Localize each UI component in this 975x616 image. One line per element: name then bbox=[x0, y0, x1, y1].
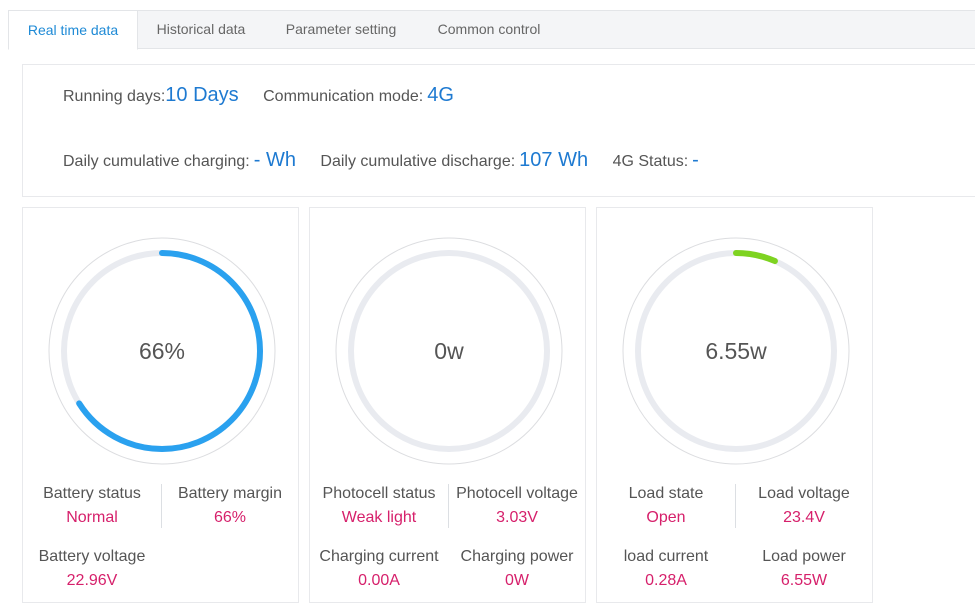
status-4g-value: - bbox=[692, 149, 699, 171]
battery-margin-value: 66% bbox=[213, 509, 247, 526]
running-days: Running days:10 Days bbox=[63, 84, 239, 107]
tab-real-time-data[interactable]: Real time data bbox=[8, 10, 138, 50]
charging-current: Charging current 0.00A bbox=[310, 547, 448, 591]
communication-mode-label: Communication mode: bbox=[263, 88, 424, 105]
charging-current-label: Charging current bbox=[319, 548, 439, 565]
daily-charging: Daily cumulative charging: - Wh bbox=[63, 149, 296, 172]
battery-status: Battery status Normal bbox=[23, 484, 161, 528]
tab-common-control[interactable]: Common control bbox=[424, 10, 554, 49]
photocell-status-label: Photocell status bbox=[322, 485, 436, 502]
load-current-value: 0.28A bbox=[645, 572, 687, 589]
tab-parameter-setting[interactable]: Parameter setting bbox=[271, 10, 411, 49]
load-current-label: load current bbox=[623, 548, 709, 565]
photocell-gauge: 0w bbox=[334, 236, 564, 466]
daily-discharge: Daily cumulative discharge: 107 Wh bbox=[320, 149, 588, 172]
photocell-card: 0w Photocell status Weak light Photocell… bbox=[309, 207, 586, 603]
photocell-voltage-value: 3.03V bbox=[496, 509, 538, 526]
daily-charging-value: - Wh bbox=[253, 149, 296, 171]
tab-bar: Real time data Historical data Parameter… bbox=[8, 10, 975, 50]
daily-charging-label: Daily cumulative charging: bbox=[63, 153, 250, 170]
load-state-value: Open bbox=[646, 509, 686, 526]
gauge-value: 0w bbox=[434, 338, 464, 364]
daily-discharge-value: 107 Wh bbox=[519, 149, 589, 171]
photocell-voltage-label: Photocell voltage bbox=[456, 485, 578, 502]
battery-gauge: 66% bbox=[47, 236, 277, 466]
load-state-label: Load state bbox=[628, 485, 704, 502]
load-power-value: 6.55W bbox=[780, 572, 828, 589]
communication-mode: Communication mode: 4G bbox=[263, 84, 454, 107]
charging-power-label: Charging power bbox=[460, 548, 574, 565]
photocell-status: Photocell status Weak light bbox=[310, 484, 448, 528]
communication-mode-value: 4G bbox=[427, 84, 454, 106]
load-state: Load state Open bbox=[597, 484, 735, 528]
load-power: Load power 6.55W bbox=[735, 547, 873, 591]
running-days-label: Running days: bbox=[63, 88, 166, 105]
summary-panel: Running days:10 Days Communication mode:… bbox=[22, 64, 975, 197]
battery-card: 66% Battery status Normal Battery margin… bbox=[22, 207, 299, 603]
charging-power-value: 0W bbox=[505, 572, 529, 589]
summary-row-2: Daily cumulative charging: - Wh Daily cum… bbox=[63, 149, 719, 172]
daily-discharge-label: Daily cumulative discharge: bbox=[320, 153, 516, 170]
battery-voltage: Battery voltage 22.96V bbox=[23, 547, 161, 591]
photocell-voltage: Photocell voltage 3.03V bbox=[448, 484, 586, 528]
battery-voltage-value: 22.96V bbox=[66, 572, 118, 589]
load-gauge: 6.55w bbox=[621, 236, 851, 466]
battery-status-label: Battery status bbox=[43, 485, 141, 502]
gauge-value: 66% bbox=[138, 338, 186, 364]
battery-status-value: Normal bbox=[66, 509, 118, 526]
running-days-value: 10 Days bbox=[165, 84, 239, 106]
charging-power: Charging power 0W bbox=[448, 547, 586, 591]
gauge-value: 6.55w bbox=[705, 338, 767, 364]
status-4g-label: 4G Status: bbox=[612, 153, 689, 170]
load-power-label: Load power bbox=[762, 548, 846, 565]
load-voltage-label: Load voltage bbox=[758, 485, 850, 502]
summary-row-1: Running days:10 Days Communication mode:… bbox=[63, 84, 474, 107]
status-4g: 4G Status: - bbox=[613, 149, 699, 172]
battery-margin-label: Battery margin bbox=[177, 485, 283, 502]
charging-current-value: 0.00A bbox=[358, 572, 400, 589]
load-voltage: Load voltage 23.4V bbox=[735, 484, 873, 528]
photocell-status-value: Weak light bbox=[341, 509, 417, 526]
battery-margin: Battery margin 66% bbox=[161, 484, 299, 528]
tab-historical-data[interactable]: Historical data bbox=[145, 10, 257, 49]
battery-voltage-label: Battery voltage bbox=[38, 548, 146, 565]
load-voltage-value: 23.4V bbox=[783, 509, 825, 526]
load-current: load current 0.28A bbox=[597, 547, 735, 591]
load-card: 6.55w Load state Open Load voltage 23.4V… bbox=[596, 207, 873, 603]
